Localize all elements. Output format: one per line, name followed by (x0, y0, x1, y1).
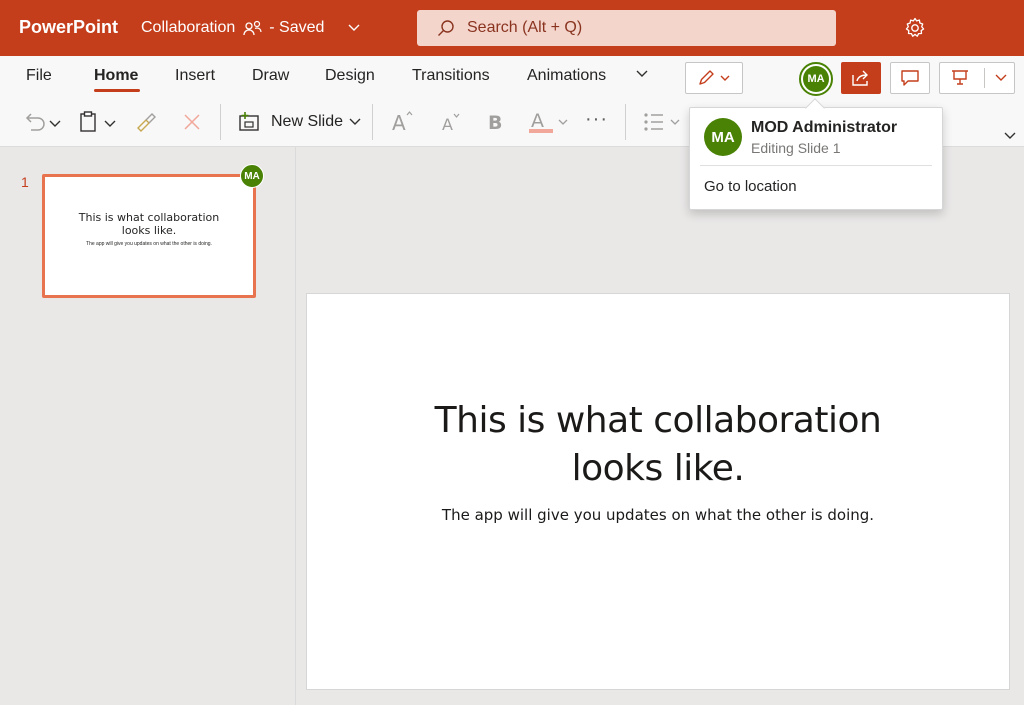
slide-title[interactable]: This is what collaboration looks like. (307, 397, 1009, 493)
go-to-location-link[interactable]: Go to location (704, 178, 797, 195)
new-slide-label: New Slide (271, 113, 344, 130)
slide-title-line: This is what collaboration (434, 400, 882, 441)
present-icon (952, 70, 968, 85)
slide-subtitle[interactable]: The app will give you updates on what th… (307, 506, 1009, 524)
share-icon (852, 70, 868, 86)
bold-button[interactable]: B (487, 110, 503, 132)
paste-button[interactable] (79, 110, 121, 134)
svg-text:A: A (531, 110, 544, 132)
editing-mode-button[interactable] (685, 62, 743, 94)
tab-animations[interactable]: Animations (527, 67, 606, 85)
tab-insert[interactable]: Insert (175, 67, 215, 85)
chevron-down-icon[interactable] (349, 118, 361, 126)
search-placeholder: Search (Alt + Q) (467, 19, 583, 36)
more-options-button[interactable]: ··· (585, 108, 608, 131)
shrink-font-icon: A (442, 113, 460, 134)
tab-transitions[interactable]: Transitions (412, 67, 490, 85)
slide-canvas[interactable]: This is what collaboration looks like. T… (306, 293, 1010, 690)
collaborator-initials: MA (803, 66, 829, 92)
bullets-button[interactable] (642, 110, 686, 134)
chevron-down-icon[interactable] (348, 24, 360, 32)
font-color-icon: A (529, 110, 568, 133)
chevron-down-icon[interactable] (995, 74, 1007, 82)
slide-thumbnail[interactable]: This is what collaboration looks like. T… (42, 174, 256, 298)
svg-text:A: A (392, 111, 406, 135)
divider (700, 165, 932, 166)
svg-text:A: A (442, 115, 453, 134)
thumbnail-subtitle: The app will give you updates on what th… (86, 241, 212, 247)
document-name[interactable]: Collaboration (141, 19, 235, 37)
active-tab-indicator (94, 89, 140, 92)
toolbar-separator (625, 104, 626, 140)
tab-design[interactable]: Design (325, 67, 375, 85)
slide-title-line: looks like. (571, 448, 745, 489)
collaborator-avatar[interactable]: MA (799, 62, 833, 96)
new-slide-icon (239, 112, 259, 131)
present-button[interactable] (939, 62, 1015, 94)
search-icon (437, 19, 455, 37)
bullet-list-icon (644, 113, 680, 131)
format-painter-button[interactable] (134, 110, 158, 134)
thumbnail-title: This is what collaboration looks like. (78, 211, 220, 237)
save-status: - Saved (269, 19, 325, 36)
close-icon (184, 114, 200, 130)
search-box[interactable]: Search (Alt + Q) (417, 10, 836, 46)
toolbar-separator (372, 104, 373, 140)
comments-button[interactable] (890, 62, 930, 94)
tab-home[interactable]: Home (94, 67, 138, 85)
undo-icon (25, 113, 61, 131)
presence-status: Editing Slide 1 (751, 140, 841, 156)
new-slide-button[interactable]: New Slide (237, 110, 361, 134)
tab-draw[interactable]: Draw (252, 67, 289, 85)
button-divider (984, 68, 985, 88)
title-bar: PowerPoint Collaboration - Saved Search … (0, 0, 1024, 56)
tab-file[interactable]: File (26, 67, 52, 85)
comment-icon (901, 70, 919, 86)
format-painter-icon (137, 113, 156, 132)
slide-number: 1 (21, 174, 29, 190)
presence-avatar: MA (704, 118, 742, 156)
svg-text:B: B (488, 112, 502, 132)
shared-people-icon (243, 20, 263, 36)
document-title[interactable]: Collaboration - Saved (141, 19, 360, 37)
undo-button[interactable] (22, 112, 66, 134)
grow-font-button[interactable]: A (390, 109, 414, 135)
grow-font-icon: A (392, 111, 413, 135)
presence-name: MOD Administrator (751, 119, 898, 136)
bold-icon: B (488, 112, 502, 132)
delete-button[interactable] (182, 112, 202, 132)
share-button[interactable] (841, 62, 881, 94)
clipboard-icon (80, 111, 116, 132)
font-color-button[interactable]: A (528, 108, 572, 136)
ribbon-expand-chevron-icon[interactable] (1004, 132, 1016, 140)
thumbnail-collaborator-avatar[interactable]: MA (240, 164, 264, 188)
gear-icon[interactable] (903, 16, 927, 40)
presence-card: MA MOD Administrator Editing Slide 1 Go … (689, 107, 943, 210)
more-tabs-chevron-icon[interactable] (636, 70, 648, 78)
shrink-font-button[interactable]: A (440, 111, 462, 135)
toolbar-separator (220, 104, 221, 140)
pencil-icon (699, 70, 730, 85)
app-name[interactable]: PowerPoint (19, 17, 118, 38)
